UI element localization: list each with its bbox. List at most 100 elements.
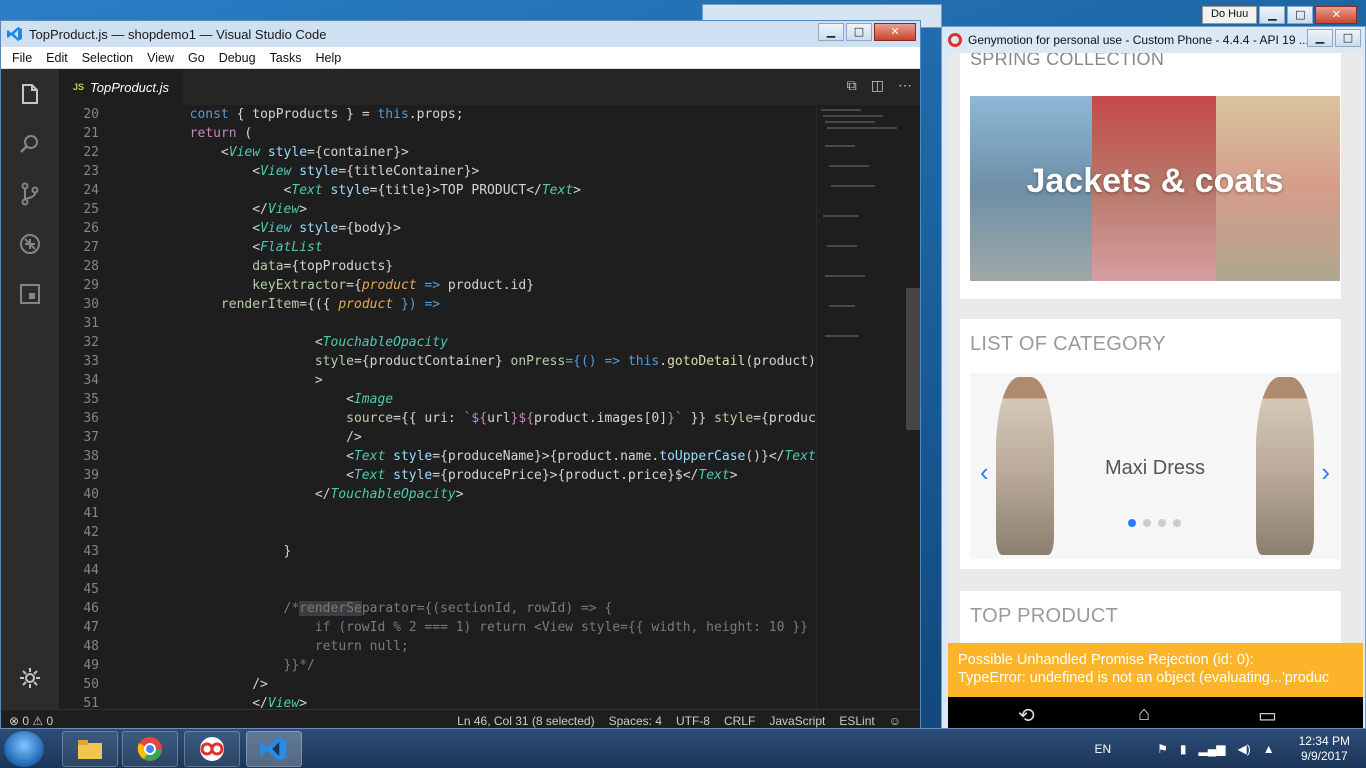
- gear-icon[interactable]: [1, 653, 59, 703]
- vscode-app-icon: [260, 736, 287, 762]
- cursor-position[interactable]: Ln 46, Col 31 (8 selected): [457, 714, 594, 728]
- problems-indicator[interactable]: ⊗ 0 ⚠ 0: [9, 714, 53, 728]
- banner-card[interactable]: SPRING COLLECTION Jackets & coats: [960, 53, 1341, 299]
- code-line: 27 <FlatList: [83, 240, 323, 255]
- code-line: 50 />: [83, 677, 268, 692]
- signal-icon[interactable]: ▂▄▆: [1199, 742, 1226, 756]
- code-view[interactable]: 20 const { topProducts } = this.props; 2…: [59, 105, 816, 709]
- eslint-status[interactable]: ESLint: [839, 714, 874, 728]
- taskbar-chrome[interactable]: [122, 731, 178, 767]
- recents-icon[interactable]: ▭: [1258, 703, 1277, 728]
- carousel-label: Maxi Dress: [1104, 457, 1205, 479]
- warning-banner[interactable]: Possible Unhandled Promise Rejection (id…: [948, 643, 1363, 697]
- folder-icon: [78, 740, 102, 759]
- geny-minimize-button[interactable]: ▁: [1307, 29, 1333, 47]
- taskbar-explorer[interactable]: [62, 731, 118, 767]
- category-heading: LIST OF CATEGORY: [970, 333, 1166, 355]
- menu-go[interactable]: Go: [181, 51, 212, 65]
- close-button[interactable]: ✕: [874, 23, 916, 41]
- code-line: 39 <Text style={producePrice}>{product.p…: [83, 468, 738, 483]
- editor-area: JS TopProduct.js ⧉ ◫ ⋯ 20 const { topPro…: [59, 69, 920, 709]
- carousel-dot[interactable]: [1158, 519, 1166, 527]
- code-line: 40 </TouchableOpacity>: [83, 487, 464, 502]
- editor-scrollbar[interactable]: [906, 288, 920, 430]
- code-line: 35 <Image: [83, 392, 394, 407]
- menu-edit[interactable]: Edit: [39, 51, 75, 65]
- code-line: 37 />: [83, 430, 362, 445]
- minimap[interactable]: [816, 105, 920, 709]
- carousel-dot[interactable]: [1143, 519, 1151, 527]
- back-icon[interactable]: ⟲: [1018, 703, 1035, 728]
- vscode-titlebar[interactable]: TopProduct.js — shopdemo1 — Visual Studi…: [1, 21, 920, 47]
- carousel-next-icon[interactable]: ›: [1321, 457, 1330, 488]
- line-ending[interactable]: CRLF: [724, 714, 755, 728]
- warning-line-1: Possible Unhandled Promise Rejection (id…: [958, 652, 1254, 668]
- code-line: 30 renderItem={({ product }) =>: [83, 297, 441, 312]
- language-indicator[interactable]: EN: [1094, 742, 1111, 756]
- collection-heading: SPRING COLLECTION: [970, 53, 1165, 69]
- system-tray: EN ⚑ ▮ ▂▄▆ ◀) ▲ 12:34 PM 9/9/2017: [1094, 729, 1366, 768]
- top-product-heading: TOP PRODUCT: [970, 605, 1119, 627]
- menu-view[interactable]: View: [140, 51, 181, 65]
- vscode-logo-icon: [7, 27, 22, 41]
- debug-icon[interactable]: [1, 219, 59, 269]
- volume-icon[interactable]: ◀): [1238, 742, 1251, 756]
- more-actions-icon[interactable]: ⋯: [898, 77, 912, 94]
- code-line: 36 source={{ uri: `${url}${product.image…: [83, 411, 816, 426]
- minimize-button[interactable]: ▁: [818, 23, 844, 41]
- code-line: 44: [83, 563, 99, 578]
- extensions-icon[interactable]: [1, 269, 59, 319]
- drive-icon[interactable]: ▲: [1263, 742, 1275, 756]
- category-carousel[interactable]: Maxi Dress ‹ ›: [970, 373, 1340, 559]
- js-file-icon: JS: [73, 82, 85, 92]
- code-line: 51 </View>: [83, 696, 308, 709]
- banner-image[interactable]: Jackets & coats: [970, 96, 1340, 281]
- clock-time: 12:34 PM: [1298, 734, 1350, 748]
- tab-bar: JS TopProduct.js ⧉ ◫ ⋯: [59, 69, 920, 105]
- encoding[interactable]: UTF-8: [676, 714, 710, 728]
- genymotion-window: Genymotion for personal use - Custom Pho…: [941, 26, 1366, 733]
- genymotion-logo-icon: [948, 33, 962, 47]
- indentation[interactable]: Spaces: 4: [609, 714, 662, 728]
- bg-close-button[interactable]: ✕: [1315, 6, 1358, 24]
- category-card: LIST OF CATEGORY Maxi Dress ‹ ›: [960, 319, 1341, 569]
- menu-debug[interactable]: Debug: [212, 51, 263, 65]
- menu-file[interactable]: File: [5, 51, 39, 65]
- code-line: 33 style={productContainer} onPress={() …: [83, 354, 816, 369]
- battery-icon[interactable]: ▮: [1180, 742, 1187, 756]
- maximize-button[interactable]: □: [846, 23, 872, 41]
- taskbar-vscode[interactable]: [246, 731, 302, 767]
- genymotion-app-icon: [200, 737, 224, 761]
- carousel-dot[interactable]: [1128, 519, 1136, 527]
- source-control-icon[interactable]: [1, 169, 59, 219]
- carousel-dot[interactable]: [1173, 519, 1181, 527]
- taskbar: EN ⚑ ▮ ▂▄▆ ◀) ▲ 12:34 PM 9/9/2017: [0, 728, 1366, 768]
- language-mode[interactable]: JavaScript: [769, 714, 825, 728]
- carousel-dots[interactable]: [1128, 519, 1181, 527]
- split-editor-icon[interactable]: ◫: [871, 77, 884, 94]
- bg-minimize-button[interactable]: ▁: [1259, 6, 1286, 24]
- code-line: 47 if (rowId % 2 === 1) return <View sty…: [83, 620, 816, 635]
- open-changes-icon[interactable]: ⧉: [847, 77, 857, 94]
- menu-selection[interactable]: Selection: [75, 51, 140, 65]
- home-icon[interactable]: ⌂: [1138, 703, 1150, 726]
- menu-tasks[interactable]: Tasks: [263, 51, 309, 65]
- code-line: 32 <TouchableOpacity: [83, 335, 448, 350]
- menu-help[interactable]: Help: [309, 51, 349, 65]
- code-line: 25 </View>: [83, 202, 308, 217]
- phone-screen[interactable]: SPRING COLLECTION Jackets & coats LIST O…: [948, 53, 1363, 733]
- geny-maximize-button[interactable]: □: [1335, 29, 1361, 47]
- explorer-icon[interactable]: [1, 69, 59, 119]
- flag-icon[interactable]: ⚑: [1157, 742, 1168, 756]
- taskbar-genymotion[interactable]: [184, 731, 240, 767]
- tab-label: TopProduct.js: [90, 79, 170, 95]
- genymotion-titlebar[interactable]: Genymotion for personal use - Custom Pho…: [942, 27, 1365, 53]
- feedback-icon[interactable]: ☺: [889, 714, 901, 728]
- carousel-prev-icon[interactable]: ‹: [980, 457, 989, 488]
- clock[interactable]: 12:34 PM 9/9/2017: [1289, 734, 1366, 764]
- start-button[interactable]: [4, 731, 44, 767]
- code-line: 21 return (: [83, 126, 253, 141]
- bg-maximize-button[interactable]: □: [1287, 6, 1314, 24]
- search-icon[interactable]: [1, 119, 59, 169]
- tab-topproduct[interactable]: JS TopProduct.js: [59, 69, 183, 105]
